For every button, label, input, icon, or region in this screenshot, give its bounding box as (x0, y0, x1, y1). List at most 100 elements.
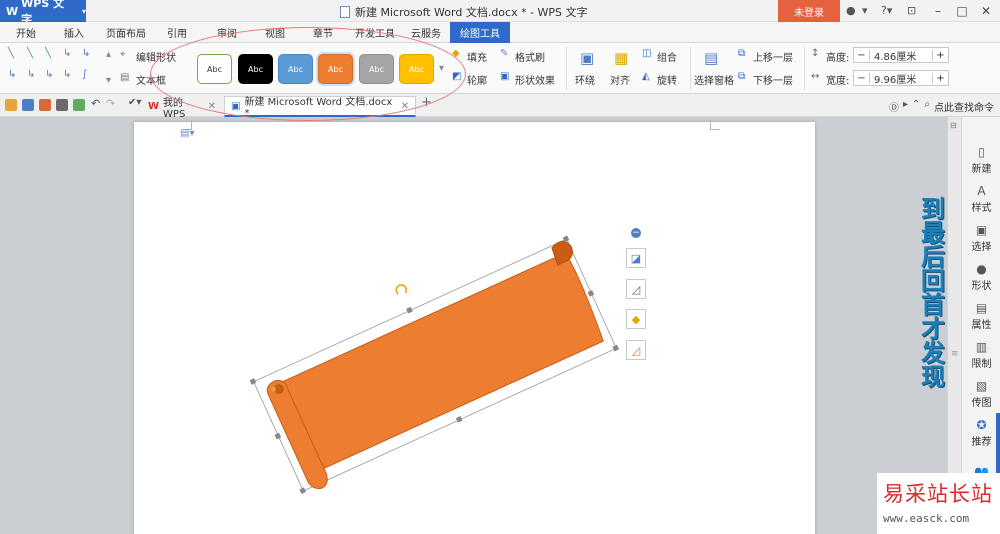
scroll-up-arrow-icon[interactable]: ⊟ (950, 121, 957, 130)
dock-icon[interactable]: Ⓓ (889, 99, 899, 114)
shape-effect-button[interactable]: 形状效果 (515, 72, 555, 87)
document-workspace: ▤▾ − ◪ ◿ ◆ ◿ 到最后回首才发现 (0, 117, 947, 534)
resize-handle[interactable] (455, 416, 463, 423)
line-style-8-icon[interactable]: ↳ (45, 69, 53, 80)
skin-icon[interactable]: ● (846, 4, 856, 17)
right-task-panel: ⊟ ≡ ▯ 新建 A 样式 ▣ 选择 ● 形状 ▤ 属性 ▥ 限制 ▧ 传图 ✪ 推荐 👥 (947, 117, 1000, 534)
line-style-1-icon[interactable]: ╲ (8, 48, 14, 59)
minimize-button[interactable]: – (926, 2, 950, 20)
resize-handle[interactable] (587, 290, 595, 297)
print-icon[interactable] (56, 99, 68, 111)
pdf-export-icon[interactable] (39, 99, 51, 111)
tab-cloud[interactable]: 云服务 (411, 25, 441, 40)
group-button[interactable]: 组合 (657, 49, 677, 64)
panel-select-label: 选择 (971, 241, 992, 253)
line-style-5-icon[interactable]: ↳ (82, 48, 90, 59)
tab-insert[interactable]: 插入 (64, 25, 84, 40)
panel-upload-image-label: 传图 (971, 397, 992, 409)
collapse-icon[interactable]: ⌃ (912, 99, 920, 114)
line-style-6-icon[interactable]: ↳ (8, 69, 16, 80)
scroll-more-icon[interactable]: ▾ (106, 75, 111, 86)
resize-handle[interactable] (274, 432, 282, 440)
resize-handle[interactable] (406, 306, 413, 314)
fill-button[interactable]: 填充 (467, 49, 487, 64)
send-backward-icon: ⧉ (738, 71, 746, 82)
panel-new[interactable]: ▯ 新建 (962, 141, 1000, 179)
print-preview-icon[interactable] (73, 99, 85, 111)
line-style-10-icon[interactable]: ∫ (82, 69, 87, 80)
tab-drawing-tools[interactable]: 绘图工具 (450, 22, 510, 43)
width-icon: ↔ (811, 71, 820, 82)
undo-icon[interactable]: ↶ (91, 97, 103, 110)
panel-shape[interactable]: ● 形状 (962, 258, 1000, 296)
height-input[interactable]: 4.86厘米 (870, 48, 932, 63)
line-style-4-icon[interactable]: ↳ (63, 48, 71, 59)
panel-upload-image[interactable]: ▧ 传图 (962, 375, 1000, 413)
panel-recommend[interactable]: ✪ 推荐 (962, 414, 1000, 452)
shape-fill-button[interactable]: ◆ (626, 309, 646, 329)
rotate-icon: ◭ (642, 71, 650, 82)
bring-forward-button[interactable]: 上移一层 (753, 49, 793, 64)
width-input[interactable]: 9.96厘米 (870, 71, 932, 86)
panel-select[interactable]: ▣ 选择 (962, 219, 1000, 257)
restrict-icon: ▥ (975, 339, 988, 354)
chevron-down-icon: ▾ (81, 6, 86, 16)
tab-start[interactable]: 开始 (16, 25, 36, 40)
selection-pane-button[interactable]: 选择窗格 (694, 72, 734, 87)
wrap-button[interactable]: 环绕 (575, 72, 595, 87)
scroll-grip-icon[interactable]: ≡ (951, 349, 959, 359)
open-folder-icon[interactable] (5, 99, 17, 111)
quick-access-bar: ↶ ↷ ✔▾ W 我的WPS ✕ ▣ 新建 Microsoft Word 文档.… (0, 94, 1000, 120)
panel-active-indicator (996, 413, 1000, 473)
shape-icon: ● (976, 261, 987, 276)
customize-icon[interactable]: ✔▾ (128, 97, 141, 109)
line-style-9-icon[interactable]: ↳ (63, 69, 71, 80)
height-decrement[interactable]: − (854, 49, 870, 61)
height-stepper[interactable]: − 4.86厘米 + (853, 47, 949, 63)
recommend-icon: ✪ (976, 417, 987, 432)
panel-properties[interactable]: ▤ 属性 (962, 297, 1000, 335)
app-menu-button[interactable]: W WPS 文字 ▾ (0, 0, 86, 26)
line-style-3-icon[interactable]: ╲ (45, 48, 51, 59)
height-increment[interactable]: + (932, 49, 948, 61)
width-decrement[interactable]: − (854, 72, 870, 84)
command-search-label[interactable]: 点此查找命令 (934, 99, 994, 114)
maximize-button[interactable]: □ (950, 2, 974, 20)
panel-style[interactable]: A 样式 (962, 180, 1000, 218)
share-icon[interactable]: ▸ (903, 99, 908, 114)
line-style-7-icon[interactable]: ↳ (27, 69, 35, 80)
close-button[interactable]: ✕ (974, 2, 998, 20)
shape-effect-icon: ▣ (500, 71, 510, 82)
collapse-toolbar-icon[interactable]: − (631, 228, 641, 238)
vertical-scrollbar[interactable]: ⊟ ≡ (948, 117, 962, 534)
restore-view-icon[interactable]: ⊡ (907, 4, 916, 17)
rotate-button[interactable]: 旋转 (657, 72, 677, 87)
format-brush-button[interactable]: 格式刷 (515, 49, 545, 64)
tab-page-layout[interactable]: 页面布局 (106, 25, 146, 40)
shirt-icon[interactable]: ▾ (862, 4, 868, 17)
help-icon[interactable]: ?▾ (881, 4, 892, 17)
shape-outline-button[interactable]: ◿ (626, 340, 646, 360)
shape-style-button[interactable]: ◿ (626, 279, 646, 299)
line-style-2-icon[interactable]: ╲ (27, 48, 33, 59)
command-search[interactable]: Ⓓ ▸ ⌃ ⌕ 点此查找命令 (889, 99, 994, 114)
width-increment[interactable]: + (932, 72, 948, 84)
scroll-up-icon[interactable]: ▴ (106, 49, 111, 60)
align-button[interactable]: 对齐 (610, 72, 630, 87)
rotate-handle-icon[interactable] (395, 283, 408, 296)
vertical-caption: 到最后回首才发现 (921, 194, 945, 391)
resize-handle[interactable] (249, 378, 257, 385)
login-button[interactable]: 未登录 (778, 0, 840, 22)
scroll-shape-group[interactable] (240, 213, 621, 496)
outline-button[interactable]: 轮廓 (467, 72, 487, 87)
scroll-body[interactable] (276, 252, 607, 471)
redo-icon[interactable]: ↷ (106, 97, 118, 110)
panel-restrict[interactable]: ▥ 限制 (962, 336, 1000, 374)
resize-handle[interactable] (299, 487, 307, 494)
resize-handle[interactable] (612, 344, 620, 352)
width-stepper[interactable]: − 9.96厘米 + (853, 70, 949, 86)
layout-options-button[interactable]: ◪ (626, 248, 646, 268)
save-icon[interactable] (22, 99, 34, 111)
tab-references[interactable]: 引用 (167, 25, 187, 40)
send-backward-button[interactable]: 下移一层 (753, 72, 793, 87)
